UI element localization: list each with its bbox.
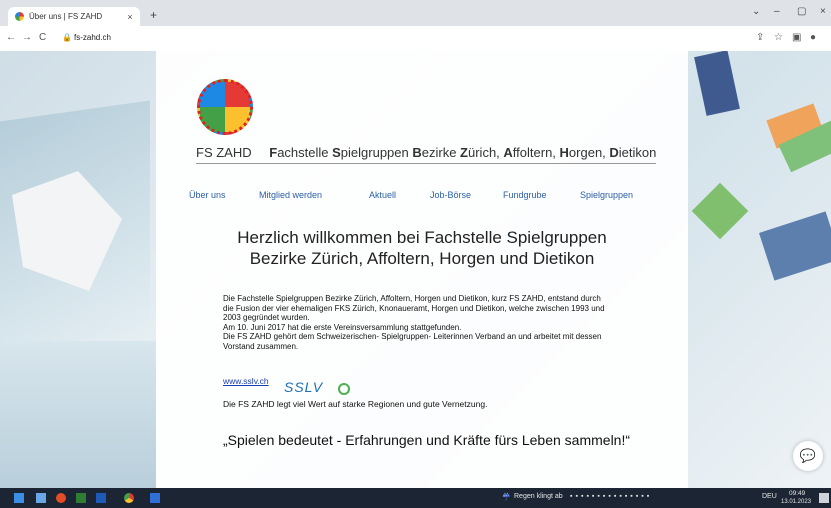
word-icon[interactable] bbox=[96, 493, 106, 503]
brand-word: ffoltern, bbox=[512, 145, 560, 160]
intro-paragraph: Die Fachstelle Spielgruppen Bezirke Züri… bbox=[223, 294, 643, 352]
reload-icon[interactable]: C bbox=[39, 32, 46, 43]
new-tab-button[interactable]: + bbox=[150, 8, 157, 22]
page-viewport: FS ZAHD Fachstelle Spielgruppen Bezirke … bbox=[0, 51, 831, 488]
outlook-icon[interactable] bbox=[150, 493, 160, 503]
heading-line: Bezirke Zürich, Affoltern, Horgen und Di… bbox=[249, 249, 595, 268]
tab-search-icon[interactable]: ⌄ bbox=[752, 6, 760, 17]
paragraph-line: Die FS ZAHD gehört dem Schweizerischen- … bbox=[223, 332, 602, 342]
lock-icon[interactable]: 🔒 bbox=[62, 33, 72, 42]
tab-ueber-uns[interactable]: Über uns | FS ZAHD × bbox=[8, 7, 140, 26]
tab-title: Über uns | FS ZAHD bbox=[29, 12, 103, 21]
chat-button[interactable]: 💬 bbox=[793, 441, 823, 471]
language-indicator[interactable]: DEU bbox=[762, 493, 777, 500]
notification-icon[interactable] bbox=[819, 493, 829, 503]
sslv-logo-ring-icon bbox=[338, 383, 350, 395]
brand-initial: S bbox=[332, 145, 341, 160]
url-field[interactable]: fs-zahd.ch bbox=[74, 33, 111, 42]
brand-word: ezirke bbox=[421, 145, 461, 160]
site-brand: FS ZAHD Fachstelle Spielgruppen Bezirke … bbox=[196, 145, 656, 160]
heading-line: Herzlich willkommen bei Fachstelle Spiel… bbox=[237, 228, 607, 247]
brand-initial: F bbox=[269, 145, 278, 160]
brand-divider bbox=[196, 163, 656, 164]
start-icon[interactable] bbox=[14, 493, 24, 503]
background-table-left bbox=[0, 341, 156, 488]
share-icon[interactable]: ⇪ bbox=[756, 32, 764, 43]
side-panel-icon[interactable]: ▣ bbox=[792, 32, 801, 43]
sslv-logo[interactable]: SSLV bbox=[284, 379, 323, 395]
chrome-icon[interactable] bbox=[124, 493, 134, 503]
bookmark-star-icon[interactable]: ☆ bbox=[774, 32, 783, 43]
brand-word: pielgruppen bbox=[340, 145, 413, 160]
chat-bubble-icon: 💬 bbox=[799, 448, 817, 463]
sslv-link[interactable]: www.sslv.ch bbox=[223, 376, 269, 386]
brand-initial: B bbox=[412, 145, 422, 160]
paragraph-line: die Fusion der vier ehemaligen FKS Züric… bbox=[223, 303, 605, 313]
brand-initial: D bbox=[609, 145, 619, 160]
forward-icon[interactable]: → bbox=[22, 32, 32, 43]
green-block-shape-mid bbox=[691, 182, 749, 240]
excel-icon[interactable] bbox=[76, 493, 86, 503]
network-note: Die FS ZAHD legt viel Wert auf starke Re… bbox=[223, 399, 488, 409]
nav-item-fundgrube[interactable]: Fundgrube bbox=[503, 190, 547, 200]
minimize-button[interactable]: – bbox=[774, 6, 780, 17]
main-content-panel: FS ZAHD Fachstelle Spielgruppen Bezirke … bbox=[156, 51, 688, 488]
weather-status[interactable]: Regen klingt ab bbox=[514, 493, 563, 500]
nav-item-spielgruppen[interactable]: Spielgruppen bbox=[580, 190, 633, 200]
nav-item-job-boerse[interactable]: Job-Börse bbox=[430, 190, 471, 200]
brand-word: orgen, bbox=[568, 145, 610, 160]
motto-quote: „Spielen bedeutet - Erfahrungen und Kräf… bbox=[223, 432, 631, 448]
paragraph-line: Am 10. Juni 2017 hat die erste Vereinsve… bbox=[223, 322, 462, 332]
page-heading: Herzlich willkommen bei Fachstelle Spiel… bbox=[156, 227, 688, 269]
back-icon[interactable]: ← bbox=[6, 32, 16, 43]
brand-initial: Z bbox=[460, 145, 468, 160]
task-view-icon[interactable] bbox=[36, 493, 46, 503]
windows-taskbar: ☔ Regen klingt ab ▪▪▪▪▪▪▪▪▪▪▪▪▪▪▪ DEU 09… bbox=[0, 488, 831, 508]
nav-item-mitglied-werden[interactable]: Mitglied werden bbox=[259, 190, 322, 200]
brand-word: ürich, bbox=[468, 145, 504, 160]
paragraph-line: Die Fachstelle Spielgruppen Bezirke Züri… bbox=[223, 294, 601, 303]
brand-initial: H bbox=[559, 145, 569, 160]
address-bar: ← → C 🔒 fs-zahd.ch ⇪ ☆ ▣ ● bbox=[0, 26, 831, 52]
tray-icons[interactable]: ▪▪▪▪▪▪▪▪▪▪▪▪▪▪▪ bbox=[570, 493, 652, 500]
nav-item-ueber-uns[interactable]: Über uns bbox=[189, 190, 226, 200]
site-favicon-icon bbox=[15, 12, 24, 21]
profile-icon[interactable]: ● bbox=[810, 32, 816, 43]
paragraph-line: Vorstand zusammen. bbox=[223, 341, 299, 351]
clock-time[interactable]: 09:49 bbox=[789, 490, 805, 497]
tab-close-icon[interactable]: × bbox=[124, 12, 136, 22]
brand-word: ietikon bbox=[618, 145, 657, 160]
browser-tab-strip: Über uns | FS ZAHD × + ⌄ – ▢ × bbox=[0, 0, 831, 26]
close-window-button[interactable]: × bbox=[820, 6, 826, 17]
fs-zahd-logo[interactable] bbox=[197, 79, 253, 135]
clock-date[interactable]: 13.01.2023 bbox=[781, 499, 811, 505]
navy-block-shape bbox=[758, 211, 831, 281]
paragraph-line: 2003 gegründet wurden. bbox=[223, 313, 310, 323]
maximize-button[interactable]: ▢ bbox=[797, 6, 806, 17]
brand-word: achstelle bbox=[277, 145, 333, 160]
app-icon[interactable] bbox=[56, 493, 66, 503]
main-navigation: Über uns Mitglied werden Aktuell Job-Bör… bbox=[189, 190, 649, 204]
blue-block-shape bbox=[694, 51, 740, 116]
brand-abbreviation: FS ZAHD bbox=[196, 145, 252, 160]
weather-icon[interactable]: ☔ bbox=[502, 493, 511, 501]
brand-initial: A bbox=[503, 145, 513, 160]
nav-item-aktuell[interactable]: Aktuell bbox=[369, 190, 396, 200]
